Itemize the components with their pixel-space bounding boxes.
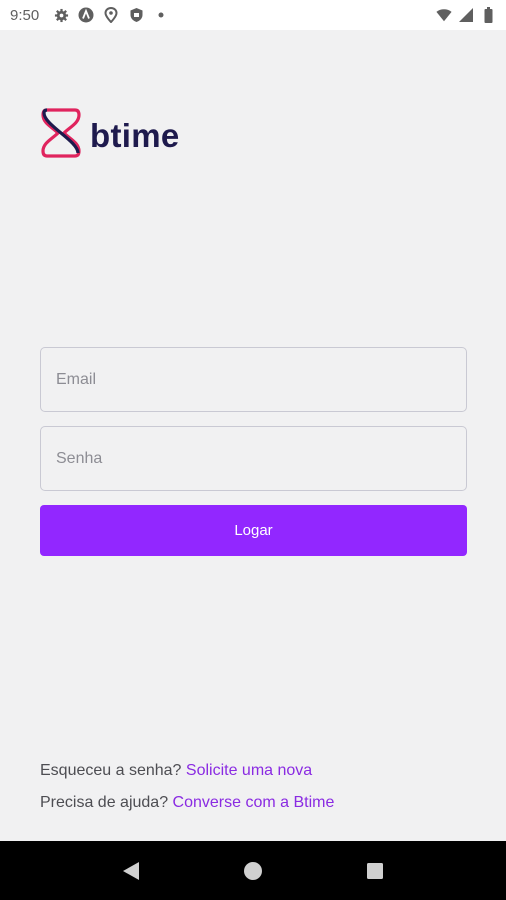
home-icon[interactable] xyxy=(238,856,268,886)
status-right xyxy=(436,7,496,23)
brand-logo: btime xyxy=(40,107,180,164)
email-field[interactable]: Email xyxy=(40,347,467,412)
email-placeholder: Email xyxy=(56,370,97,388)
forgot-password-line: Esqueceu a senha? Solicite uma nova xyxy=(40,762,312,780)
wifi-icon xyxy=(436,7,452,23)
support-prefix: Precisa de ajuda? xyxy=(40,794,173,811)
brand-name: btime xyxy=(90,116,180,154)
status-bar: 9:50 xyxy=(0,0,506,30)
navigation-bar xyxy=(0,841,506,900)
shield-icon xyxy=(128,7,144,23)
hourglass-logo-icon xyxy=(40,107,82,164)
login-button-label: Logar xyxy=(234,522,273,539)
dot-icon xyxy=(153,7,169,23)
app-a-icon xyxy=(78,7,94,23)
login-button[interactable]: Logar xyxy=(40,505,467,556)
signal-icon xyxy=(458,7,474,23)
back-icon[interactable] xyxy=(116,856,146,886)
password-field[interactable]: Senha xyxy=(40,426,467,491)
status-left: 9:50 xyxy=(10,7,169,24)
request-new-password-link[interactable]: Solicite uma nova xyxy=(186,762,312,779)
location-icon xyxy=(103,7,119,23)
battery-icon xyxy=(480,7,496,23)
gear-icon xyxy=(53,7,69,23)
support-line: Precisa de ajuda? Converse com a Btime xyxy=(40,794,334,812)
recents-icon[interactable] xyxy=(360,856,390,886)
password-placeholder: Senha xyxy=(56,449,103,467)
status-icons-left xyxy=(53,7,169,23)
forgot-password-prefix: Esqueceu a senha? xyxy=(40,762,186,779)
talk-to-btime-link[interactable]: Converse com a Btime xyxy=(173,794,335,811)
status-time: 9:50 xyxy=(10,6,40,24)
